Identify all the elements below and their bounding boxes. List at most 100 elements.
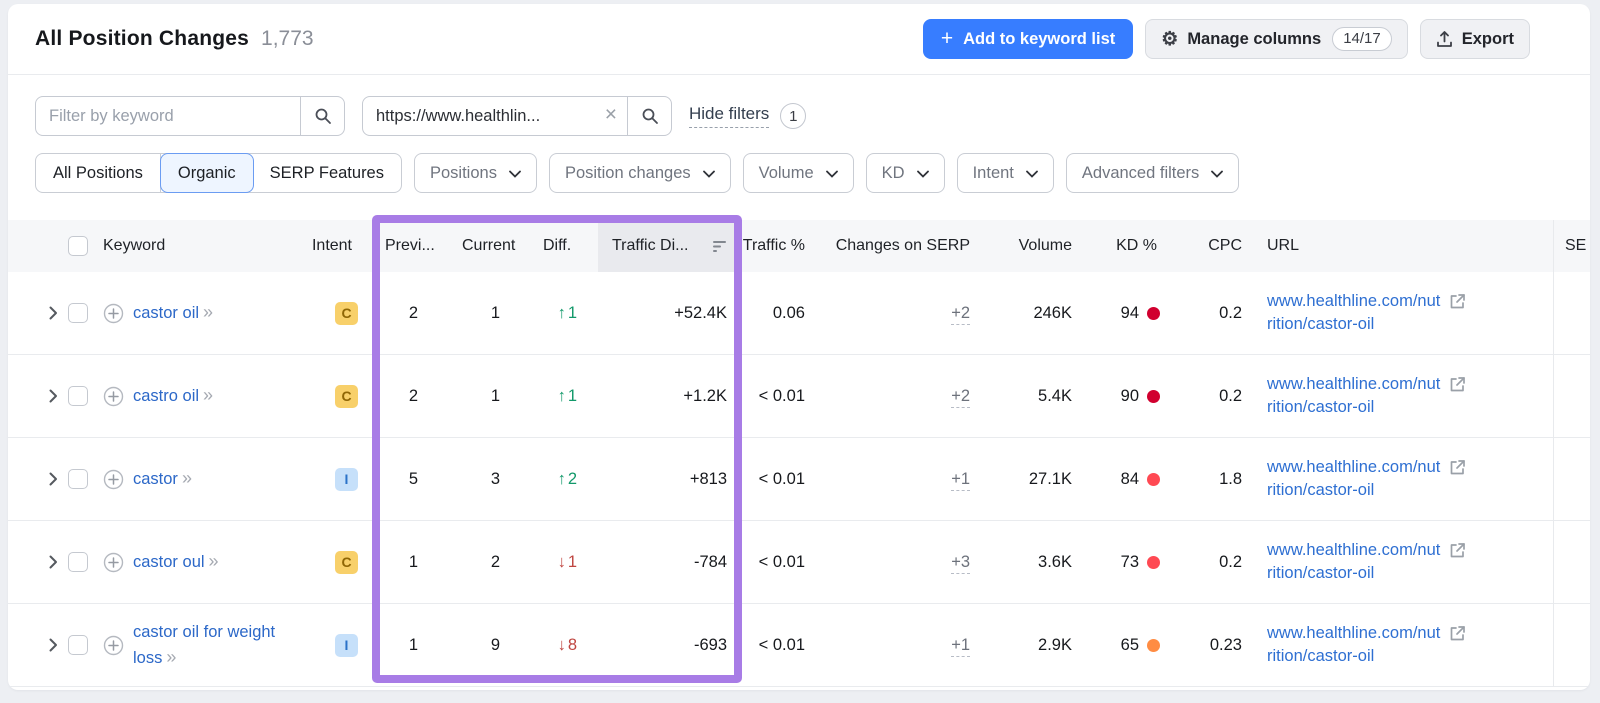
tab-serp-features[interactable]: SERP Features <box>253 154 401 192</box>
kd-dropdown[interactable]: KD <box>866 153 945 193</box>
manage-columns-button[interactable]: ⚙ Manage columns 14/17 <box>1145 19 1407 59</box>
position-changes-dropdown[interactable]: Position changes <box>549 153 731 193</box>
external-link-icon[interactable] <box>1448 458 1467 477</box>
column-header-serp[interactable]: SE <box>1553 237 1590 255</box>
volume-dropdown[interactable]: Volume <box>743 153 854 193</box>
export-button[interactable]: Export <box>1420 19 1530 59</box>
keyword-details-icon[interactable]: » <box>182 468 192 488</box>
select-all-checkbox[interactable] <box>68 236 88 256</box>
kd-value: 90 <box>1121 387 1139 406</box>
external-link-icon[interactable] <box>1448 375 1467 394</box>
serp-changes-link[interactable]: +2 <box>951 387 970 408</box>
intent-dropdown[interactable]: Intent <box>957 153 1054 193</box>
hide-filters-link[interactable]: Hide filters <box>689 104 769 128</box>
serp-changes-link[interactable]: +2 <box>951 304 970 325</box>
column-header-keyword[interactable]: Keyword <box>103 237 290 255</box>
intent-badge[interactable]: I <box>335 468 358 491</box>
result-url-link[interactable]: www.healthline.com/nutrition/castor-oil <box>1267 456 1440 502</box>
external-link-icon[interactable] <box>1448 624 1467 643</box>
intent-badge[interactable]: C <box>335 385 358 408</box>
columns-count-badge: 14/17 <box>1332 27 1392 51</box>
volume-value: 27.1K <box>970 470 1072 489</box>
keyword-details-icon[interactable]: » <box>203 302 213 322</box>
add-keyword-icon[interactable] <box>103 469 124 490</box>
row-checkbox[interactable] <box>68 469 88 489</box>
advanced-filters-dropdown[interactable]: Advanced filters <box>1066 153 1239 193</box>
page-background: All Position Changes 1,773 + Add to keyw… <box>0 0 1600 703</box>
filter-row-search: Filter by keyword https://www.healthlin.… <box>35 96 1590 136</box>
serp-changes-link[interactable]: +1 <box>951 636 970 657</box>
keyword-link[interactable]: castor oil <box>133 304 199 322</box>
result-url-link[interactable]: www.healthline.com/nutrition/castor-oil <box>1267 539 1440 585</box>
add-keyword-icon[interactable] <box>103 386 124 407</box>
result-url-link[interactable]: www.healthline.com/nutrition/castor-oil <box>1267 290 1440 336</box>
external-link-icon[interactable] <box>1448 292 1467 311</box>
clear-icon[interactable]: × <box>599 103 627 129</box>
traffic-pct-value: < 0.01 <box>742 470 808 489</box>
row-checkbox[interactable] <box>68 635 88 655</box>
active-filters-badge: 1 <box>780 103 806 129</box>
column-header-url[interactable]: URL <box>1242 237 1553 255</box>
keyword-link[interactable]: castor oil for weight loss <box>133 623 275 667</box>
kd-value: 73 <box>1121 553 1139 572</box>
result-url-link[interactable]: www.healthline.com/nutrition/castor-oil <box>1267 622 1440 668</box>
row-checkbox[interactable] <box>68 303 88 323</box>
cpc-value: 0.23 <box>1160 636 1242 655</box>
add-keyword-icon[interactable] <box>103 303 124 324</box>
serp-changes-link[interactable]: +3 <box>951 553 970 574</box>
keyword-details-icon[interactable]: » <box>209 551 219 571</box>
url-filter-input[interactable]: https://www.healthlin... × <box>362 96 672 136</box>
kd-value: 65 <box>1121 636 1139 655</box>
column-header-intent[interactable]: Intent <box>290 237 358 255</box>
column-header-traffic-pct[interactable]: Traffic % <box>742 237 808 255</box>
column-header-current[interactable]: Current <box>428 237 503 255</box>
intent-badge[interactable]: I <box>335 634 358 657</box>
keyword-link[interactable]: castro oil <box>133 387 199 405</box>
keyword-filter-input[interactable]: Filter by keyword <box>35 96 345 136</box>
column-header-volume[interactable]: Volume <box>970 237 1072 255</box>
keyword-details-icon[interactable]: » <box>166 647 176 667</box>
positions-dropdown[interactable]: Positions <box>414 153 537 193</box>
result-url-link[interactable]: www.healthline.com/nutrition/castor-oil <box>1267 373 1440 419</box>
tab-organic[interactable]: Organic <box>160 153 254 193</box>
tab-all-positions[interactable]: All Positions <box>36 154 161 192</box>
filters-panel: Filter by keyword https://www.healthlin.… <box>8 75 1590 193</box>
url-search-button[interactable] <box>627 97 671 135</box>
expand-row-icon[interactable] <box>45 302 62 324</box>
external-link-icon[interactable] <box>1448 541 1467 560</box>
table-row: castor»I532+813< 0.01+127.1K841.8www.hea… <box>8 438 1590 521</box>
traffic-pct-value: < 0.01 <box>742 553 808 572</box>
column-header-cpc[interactable]: CPC <box>1160 237 1242 255</box>
expand-row-icon[interactable] <box>45 634 62 656</box>
intent-badge[interactable]: C <box>335 302 358 325</box>
column-header-kd[interactable]: KD % <box>1072 237 1160 255</box>
volume-value: 3.6K <box>970 553 1072 572</box>
add-to-keyword-list-button[interactable]: + Add to keyword list <box>923 19 1133 59</box>
expand-row-icon[interactable] <box>45 385 62 407</box>
column-header-traffic-diff[interactable]: Traffic Di... <box>598 220 742 272</box>
kd-difficulty-dot <box>1147 390 1160 403</box>
serp-changes-link[interactable]: +1 <box>951 470 970 491</box>
column-header-diff[interactable]: Diff. <box>503 237 578 255</box>
row-checkbox[interactable] <box>68 386 88 406</box>
header-actions: + Add to keyword list ⚙ Manage columns 1… <box>923 19 1530 59</box>
add-keyword-icon[interactable] <box>103 635 124 656</box>
keyword-details-icon[interactable]: » <box>203 385 213 405</box>
keyword-link[interactable]: castor oul <box>133 553 205 571</box>
kd-difficulty-dot <box>1147 556 1160 569</box>
keyword-link[interactable]: castor <box>133 470 178 488</box>
chevron-down-icon <box>826 170 838 178</box>
traffic-diff-value: -693 <box>578 636 742 655</box>
expand-row-icon[interactable] <box>45 468 62 490</box>
add-keyword-icon[interactable] <box>103 552 124 573</box>
expand-row-icon[interactable] <box>45 551 62 573</box>
volume-value: 5.4K <box>970 387 1072 406</box>
diff-arrow-icon <box>558 304 568 322</box>
keyword-search-button[interactable] <box>300 97 344 135</box>
intent-badge[interactable]: C <box>335 551 358 574</box>
column-header-previous[interactable]: Previ... <box>358 237 428 255</box>
table-header-row: Keyword Intent Previ... Current Diff. Tr… <box>8 220 1590 272</box>
previous-position-value: 2 <box>358 304 428 323</box>
row-checkbox[interactable] <box>68 552 88 572</box>
column-header-serp-changes[interactable]: Changes on SERP <box>808 237 970 255</box>
